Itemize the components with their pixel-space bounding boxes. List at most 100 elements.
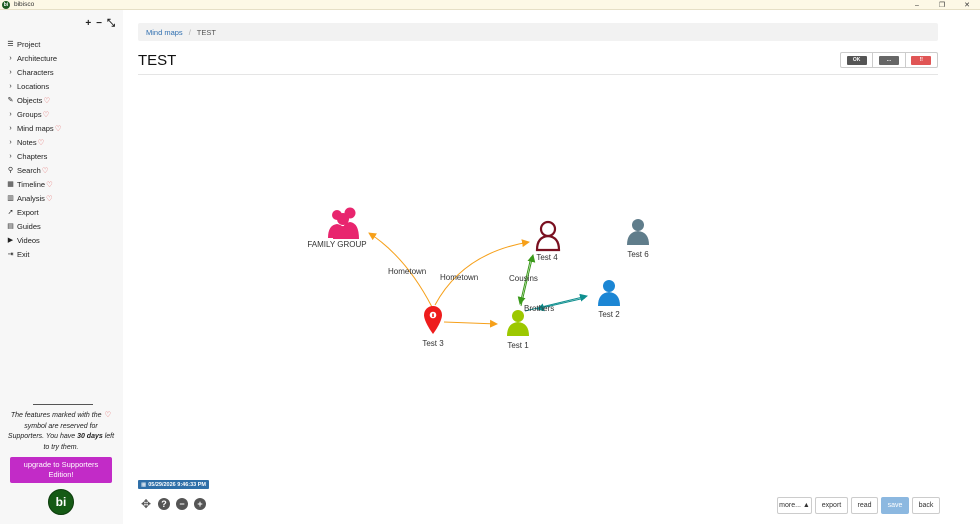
exit-icon: ⇥ — [7, 251, 14, 258]
read-button[interactable]: read — [851, 497, 878, 514]
zoom-out-icon[interactable]: − — [176, 498, 188, 510]
upgrade-button[interactable]: upgrade to Supporters Edition! — [10, 457, 112, 483]
mind-map-svg[interactable]: Hometown Hometown Cousins Brothers FAMIL… — [123, 75, 980, 480]
node-test-6[interactable]: Test 6 — [627, 219, 649, 259]
node-family-group[interactable]: FAMILY GROUP — [307, 207, 367, 250]
breadcrumb-mind-maps-link[interactable]: Mind maps — [146, 28, 183, 37]
node-test-3[interactable]: Test 3 — [422, 306, 444, 348]
title-bar: bi bibisco – ❐ ✕ — [0, 0, 980, 10]
window-title: bibisco — [14, 1, 35, 8]
sidebar-item-label: Guides — [17, 221, 41, 231]
sidebar-item-label: Exit — [17, 249, 30, 259]
sidebar-item-groups[interactable]: › Groups ♡ — [6, 107, 61, 121]
sidebar-item-label: Videos — [17, 235, 40, 245]
export-button[interactable]: export — [815, 497, 848, 514]
node-test-2[interactable]: Test 2 — [598, 280, 620, 319]
sidebar-item-search[interactable]: ⚲ Search ♡ — [6, 163, 61, 177]
collapse-all-icon[interactable]: − — [96, 18, 102, 29]
sidebar-item-label: Timeline — [17, 179, 46, 189]
sidebar-item-guides[interactable]: ▤ Guides — [6, 219, 61, 233]
chevron-right-icon: › — [9, 82, 12, 90]
calendar-icon: ▦ — [141, 481, 147, 488]
user-outline-icon — [535, 220, 561, 252]
close-button[interactable]: ✕ — [956, 0, 978, 10]
sidebar-item-exit[interactable]: ⇥ Exit — [6, 247, 61, 261]
heart-icon: ♡ — [41, 165, 49, 175]
sidebar-item-analysis[interactable]: ▥ Analysis ♡ — [6, 191, 61, 205]
sidebar-item-chapters[interactable]: › Chapters — [6, 149, 61, 163]
chevron-right-icon: › — [9, 124, 12, 132]
sidebar-item-label: Chapters — [17, 151, 48, 161]
sidebar-divider — [33, 404, 93, 405]
sidebar-item-label: Analysis — [17, 193, 45, 203]
app-logo-icon: bi — [2, 0, 10, 9]
sidebar-item-label: Locations — [17, 81, 50, 91]
sidebar-item-locations[interactable]: › Locations — [6, 79, 61, 93]
mind-map-canvas[interactable]: Hometown Hometown Cousins Brothers FAMIL… — [123, 75, 980, 480]
sidebar-item-export[interactable]: ➚ Export — [6, 205, 61, 219]
delete-button[interactable]: !! — [906, 53, 937, 67]
sidebar-item-label: Project — [17, 39, 41, 49]
bar-chart-icon: ▥ — [7, 195, 14, 202]
chevron-right-icon: › — [9, 152, 12, 160]
zoom-in-icon[interactable]: + — [194, 498, 206, 510]
save-button[interactable]: save — [881, 497, 909, 514]
chevron-right-icon: › — [9, 68, 12, 76]
sidebar-item-label: Notes — [17, 137, 37, 147]
heart-icon: ♡ — [42, 109, 50, 119]
user-icon — [598, 280, 620, 306]
node-label-test-4: Test 4 — [536, 253, 558, 262]
sidebar-item-label: Architecture — [17, 53, 58, 63]
more-button[interactable]: more... ▲ — [777, 497, 812, 514]
group-icon — [328, 207, 359, 239]
help-icon[interactable]: ? — [158, 498, 170, 510]
bibisco-logo: bi — [48, 489, 74, 515]
search-icon: ⚲ — [7, 167, 14, 174]
sidebar-item-mind-maps[interactable]: › Mind maps ♡ — [6, 121, 61, 135]
sidebar-item-label: Mind maps — [17, 123, 54, 133]
sidebar-menu: ☰ Project › Architecture › Characters › Locatio… — [6, 37, 61, 261]
sidebar-item-architecture[interactable]: › Architecture — [6, 51, 61, 65]
last-saved-badge: ▦ 05/29/2026 9:46:33 PM — [138, 480, 209, 489]
delete-label: !! — [911, 55, 932, 65]
node-test-4[interactable]: Test 4 — [535, 220, 561, 262]
minimize-button[interactable]: – — [906, 0, 928, 10]
edge-label-hometown-test4: Hometown — [440, 273, 478, 282]
sidebar-item-project[interactable]: ☰ Project — [6, 37, 61, 51]
heart-icon: ♡ — [45, 193, 53, 203]
node-label-test-6: Test 6 — [627, 250, 649, 259]
node-label-family-group: FAMILY GROUP — [307, 240, 366, 249]
breadcrumb: Mind maps / TEST — [138, 23, 938, 41]
timestamp-text: 05/29/2026 9:46:33 PM — [148, 481, 206, 488]
map-pin-icon — [424, 306, 442, 334]
heart-icon: ♡ — [46, 179, 53, 189]
back-button[interactable]: back — [912, 497, 940, 514]
edge-test3-test1[interactable] — [443, 319, 498, 328]
heart-icon: ♡ — [43, 95, 51, 105]
ok-label: OK — [846, 55, 867, 65]
sidebar-item-videos[interactable]: ▶ Videos — [6, 233, 61, 247]
sidebar-item-notes[interactable]: › Notes ♡ — [6, 135, 61, 149]
sidebar-item-timeline[interactable]: ▦ Timeline ♡ — [6, 177, 61, 191]
sidebar-item-label: Objects — [17, 95, 43, 105]
fullscreen-icon[interactable]: ⤡ — [107, 18, 115, 29]
expand-all-icon[interactable]: + — [85, 18, 91, 29]
calendar-icon: ▦ — [7, 181, 14, 188]
sidebar-item-objects[interactable]: ✎ Objects ♡ — [6, 93, 61, 107]
edge-label-cousins: Cousins — [509, 274, 538, 283]
action-button-group: OK ... !! — [840, 52, 938, 68]
ok-button[interactable]: OK — [841, 53, 874, 67]
wand-icon: ✎ — [7, 97, 14, 104]
move-icon[interactable]: ✥ — [140, 497, 152, 511]
paper-plane-icon: ➚ — [7, 209, 14, 216]
sidebar-item-characters[interactable]: › Characters — [6, 65, 61, 79]
video-icon: ▶ — [7, 237, 14, 244]
heart-icon: ♡ — [104, 410, 112, 419]
sidebar: + − ⤡ ☰ Project › Architecture › Characters › L… — [0, 10, 123, 524]
more-options-button[interactable]: ... — [873, 53, 906, 67]
node-test-1[interactable]: Test 1 — [507, 310, 529, 350]
heart-icon: ♡ — [37, 137, 45, 147]
edge-label-brothers: Brothers — [524, 304, 554, 313]
maximize-button[interactable]: ❐ — [931, 0, 953, 10]
chevron-right-icon: › — [9, 54, 12, 62]
